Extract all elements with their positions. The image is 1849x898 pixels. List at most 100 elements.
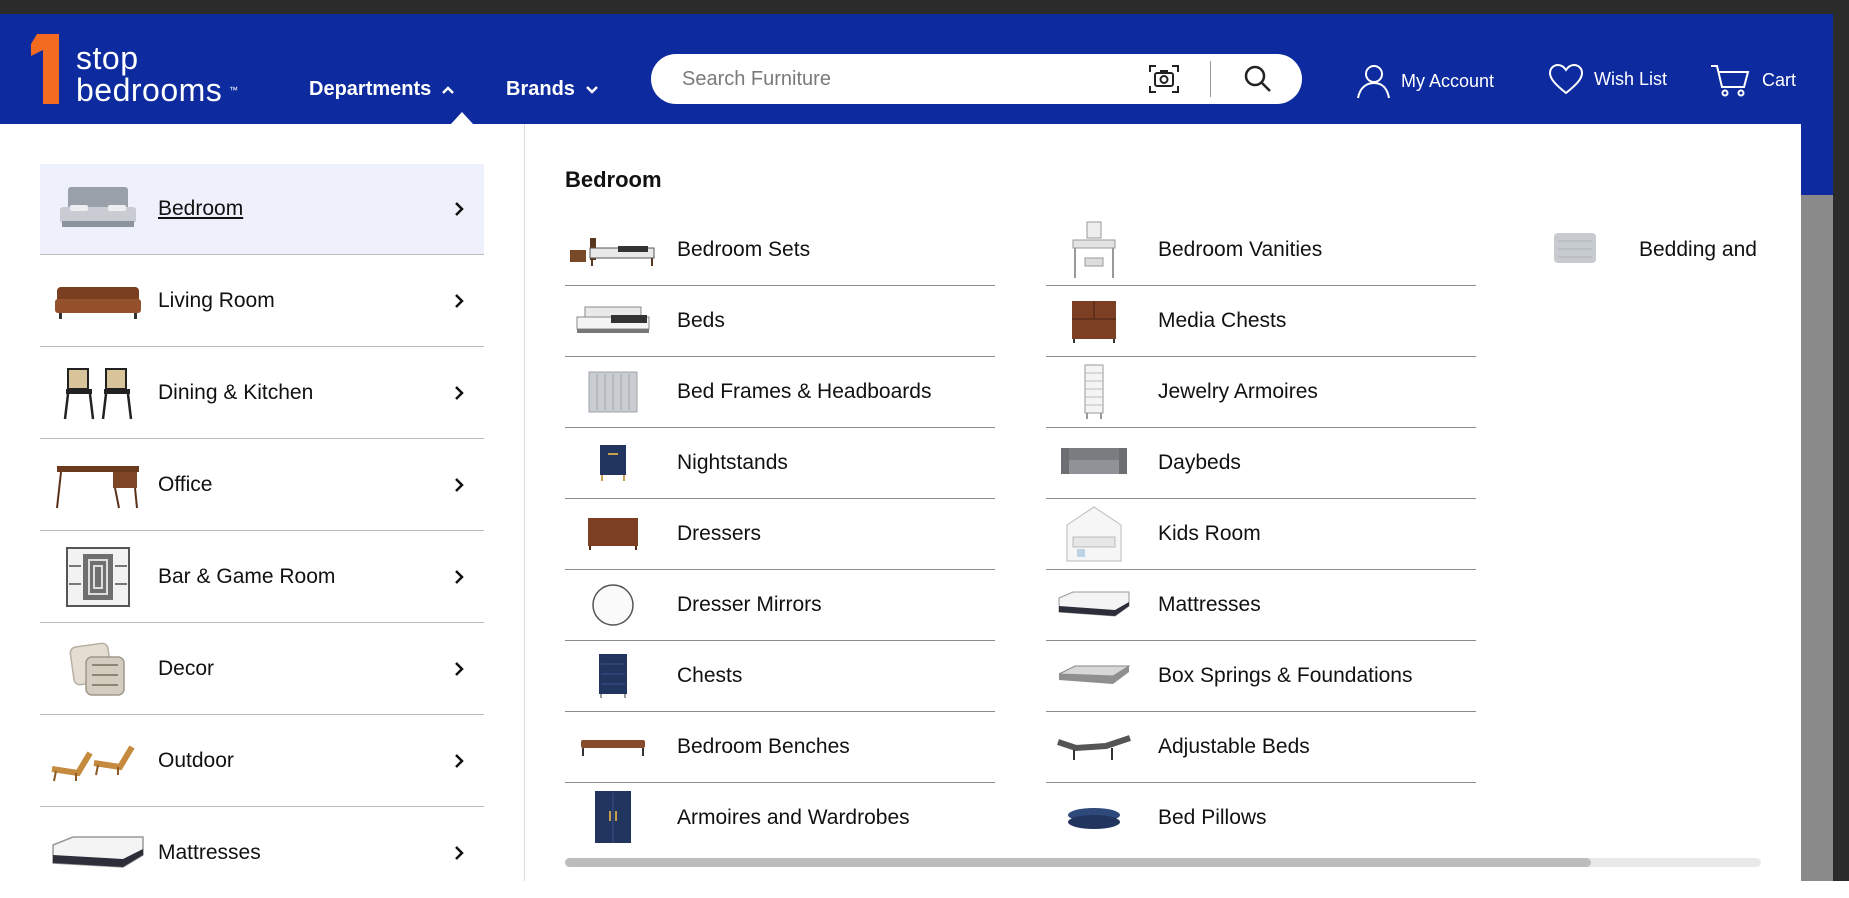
outdoor-loungers-thumbnail	[48, 726, 148, 796]
logo-text-stop: stop	[76, 40, 139, 76]
department-label: Bar & Game Room	[158, 564, 336, 588]
department-label: Living Room	[158, 288, 275, 312]
brands-menu[interactable]: Brands	[506, 78, 599, 101]
subcategory-item[interactable]: Bedroom Vanities	[1046, 215, 1476, 286]
wish-list-link[interactable]: Wish List	[1548, 63, 1667, 95]
department-label: Decor	[158, 656, 215, 680]
subcategory-item[interactable]: Armoires and Wardrobes	[565, 783, 995, 853]
departments-label: Departments	[309, 78, 432, 100]
subcategory-label: Daybeds	[1158, 451, 1241, 474]
site-logo[interactable]: stop bedrooms ™	[29, 32, 244, 112]
department-label: Mattresses	[158, 840, 261, 864]
subcategory-label: Box Springs & Foundations	[1158, 664, 1413, 687]
subcategory-item[interactable]: Adjustable Beds	[1046, 712, 1476, 783]
beds-thumbnail	[565, 291, 660, 351]
subcategory-item[interactable]: Dressers	[565, 499, 995, 570]
department-item-bar-game-room[interactable]: Bar & Game Room	[40, 531, 484, 623]
department-item-living-room[interactable]: Living Room	[40, 255, 484, 347]
wardrobe-thumbnail	[565, 788, 660, 848]
chevron-right-icon	[455, 569, 464, 584]
daybed-thumbnail	[1046, 433, 1141, 493]
subcategory-label: Bedroom Sets	[677, 238, 811, 261]
bedroom-thumbnail	[48, 174, 148, 244]
subcategory-label: Dressers	[677, 522, 762, 545]
chevron-right-icon	[455, 753, 464, 768]
subcategory-item[interactable]: Kids Room	[1046, 499, 1476, 570]
subcategory-label: Adjustable Beds	[1158, 735, 1310, 758]
chevron-right-icon	[455, 385, 464, 400]
office-desk-thumbnail	[48, 450, 148, 520]
mattress-thumbnail	[48, 818, 148, 888]
subcategory-label: Media Chests	[1158, 309, 1287, 332]
department-item-outdoor[interactable]: Outdoor	[40, 715, 484, 807]
jewelry-armoire-thumbnail	[1046, 362, 1141, 422]
subcategory-item[interactable]: Beds	[565, 286, 995, 357]
departments-menu[interactable]: Departments	[309, 78, 455, 101]
headboard-thumbnail	[565, 362, 660, 422]
living-room-thumbnail	[48, 266, 148, 336]
chevron-up-icon	[442, 85, 455, 94]
subcategory-label: Bedroom Vanities	[1158, 238, 1323, 261]
kids-room-thumbnail	[1046, 504, 1141, 564]
horizontal-scrollbar-thumb[interactable]	[565, 858, 1591, 867]
subcategory-label: Mattresses	[1158, 593, 1261, 616]
subcategory-item[interactable]: Bed Pillows	[1046, 783, 1476, 853]
subcategory-item[interactable]: Bedroom Benches	[565, 712, 995, 783]
subcategory-item[interactable]: Daybeds	[1046, 428, 1476, 499]
chevron-right-icon	[455, 661, 464, 676]
mattress-thumbnail	[1046, 575, 1141, 635]
my-account-link[interactable]: My Account	[1355, 63, 1494, 99]
box-spring-thumbnail	[1046, 646, 1141, 706]
bar-cabinet-thumbnail	[48, 542, 148, 612]
search-icon[interactable]	[1241, 62, 1275, 96]
cart-icon	[1711, 65, 1750, 97]
subcategory-item[interactable]: Media Chests	[1046, 286, 1476, 357]
user-icon	[1357, 65, 1390, 99]
subcategory-label: Jewelry Armoires	[1158, 380, 1318, 403]
chevron-right-icon	[455, 477, 464, 492]
cart-link[interactable]: Cart	[1710, 63, 1796, 97]
department-label: Dining & Kitchen	[158, 380, 314, 404]
subcategory-label: Bedroom Benches	[677, 735, 850, 758]
overlay-header-strip	[1801, 124, 1833, 195]
department-item-decor[interactable]: Decor	[40, 623, 484, 715]
subcategory-item[interactable]: Jewelry Armoires	[1046, 357, 1476, 428]
search-input[interactable]: Search Furniture	[682, 68, 831, 91]
department-item-mattresses[interactable]: Mattresses	[40, 807, 484, 898]
subcategory-label: Bedding and	[1639, 238, 1757, 261]
department-item-bedroom[interactable]: Bedroom	[40, 164, 484, 255]
bench-thumbnail	[565, 717, 660, 777]
subcategory-item[interactable]: Bedding and	[1527, 215, 1761, 285]
subcategory-item[interactable]: Box Springs & Foundations	[1046, 641, 1476, 712]
subcategory-item[interactable]: Mattresses	[1046, 570, 1476, 641]
media-chest-thumbnail	[1046, 291, 1141, 351]
decor-pillows-thumbnail	[48, 634, 148, 704]
logo-trademark: ™	[229, 85, 238, 95]
department-item-dining-kitchen[interactable]: Dining & Kitchen	[40, 347, 484, 439]
chevron-right-icon	[455, 202, 464, 216]
department-item-office[interactable]: Office	[40, 439, 484, 531]
subcategory-label: Beds	[677, 309, 725, 332]
subcategory-label: Bed Frames & Headboards	[677, 380, 932, 403]
subcategory-item[interactable]: Dresser Mirrors	[565, 570, 995, 641]
subcategory-item[interactable]: Nightstands	[565, 428, 995, 499]
bedroom-sets-thumbnail	[565, 220, 660, 280]
subcategory-item[interactable]: Bed Frames & Headboards	[565, 357, 995, 428]
dropdown-pointer	[451, 112, 473, 124]
chevron-down-icon	[586, 85, 598, 94]
department-label: Outdoor	[158, 748, 234, 772]
window-edge	[1833, 14, 1849, 881]
browser-top-strip	[0, 0, 1849, 14]
dining-chairs-thumbnail	[48, 358, 148, 428]
department-label: Bedroom	[158, 197, 244, 220]
subcategory-label: Armoires and Wardrobes	[677, 806, 910, 829]
subcategory-label: Nightstands	[677, 451, 788, 474]
subcategory-item[interactable]: Bedroom Sets	[565, 215, 995, 286]
subcategory-item[interactable]: Chests	[565, 641, 995, 712]
camera-search-icon[interactable]	[1148, 63, 1180, 95]
chevron-right-icon	[455, 845, 464, 860]
dresser-thumbnail	[565, 504, 660, 564]
chevron-right-icon	[455, 293, 464, 308]
brands-label: Brands	[506, 78, 575, 100]
cart-label: Cart	[1762, 69, 1797, 90]
